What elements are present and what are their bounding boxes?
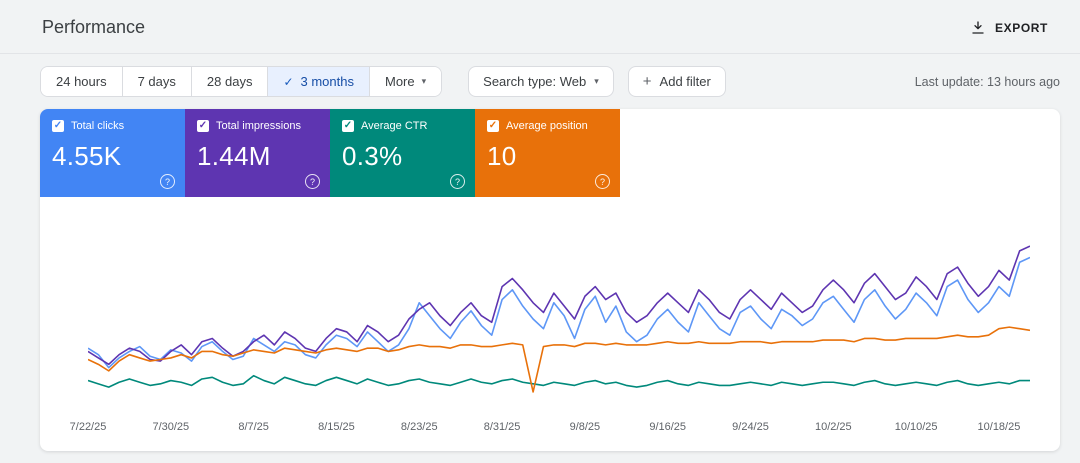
add-filter-label: Add filter xyxy=(659,74,711,89)
metric-label: Total clicks xyxy=(71,120,125,132)
metric-value: 0.3% xyxy=(342,141,403,171)
date-range-group: 24 hours 7 days 28 days ✓ 3 months More … xyxy=(40,66,443,97)
export-label: EXPORT xyxy=(995,20,1048,35)
x-tick-label: 10/2/25 xyxy=(814,421,852,433)
range-chip-label: 28 days xyxy=(206,74,253,89)
last-update-text: Last update: 13 hours ago xyxy=(914,74,1060,89)
check-glyph: ✓ xyxy=(343,120,353,131)
performance-panel: ✓ Total clicks 4.55K ? ✓ Total impressio… xyxy=(40,109,1060,451)
chart-line-total-impressions xyxy=(88,246,1030,364)
checkbox-checked-icon[interactable]: ✓ xyxy=(52,120,64,132)
chart-x-axis: 7/22/25 7/30/25 8/7/25 8/15/25 8/23/25 8/31/2… xyxy=(70,415,1030,443)
chart-line-average-ctr xyxy=(88,376,1030,387)
x-tick-label: 8/23/25 xyxy=(400,421,438,433)
download-icon xyxy=(970,20,986,36)
x-tick-label: 8/7/25 xyxy=(238,421,269,433)
performance-chart[interactable] xyxy=(88,235,1030,403)
help-icon[interactable]: ? xyxy=(305,174,320,189)
help-icon[interactable]: ? xyxy=(160,174,175,189)
metric-value: 1.44M xyxy=(197,141,271,171)
range-chip-label: 24 hours xyxy=(56,74,107,89)
check-glyph: ✓ xyxy=(488,120,498,131)
metric-header: ✓ Total clicks xyxy=(52,120,173,132)
range-chip-7-days[interactable]: 7 days xyxy=(121,67,191,96)
x-tick-label: 8/15/25 xyxy=(318,421,355,433)
x-tick-label: 9/24/25 xyxy=(732,421,769,433)
chevron-down-icon: ▾ xyxy=(594,76,599,86)
metric-header: ✓ Total impressions xyxy=(197,120,318,132)
checkbox-checked-icon[interactable]: ✓ xyxy=(197,120,209,132)
metric-label: Average position xyxy=(506,120,588,132)
x-tick-label: 10/10/25 xyxy=(894,421,938,433)
x-tick-label: 9/16/25 xyxy=(649,421,687,433)
metric-header: ✓ Average position xyxy=(487,120,608,132)
x-tick-label: 10/18/25 xyxy=(977,421,1021,433)
metric-header: ✓ Average CTR xyxy=(342,120,463,132)
metric-card-total-clicks[interactable]: ✓ Total clicks 4.55K ? xyxy=(40,109,185,197)
chart-line-average-position xyxy=(88,327,1030,392)
check-glyph: ✓ xyxy=(198,120,208,131)
page-title: Performance xyxy=(42,17,146,37)
search-type-label: Search type: Web xyxy=(483,74,587,89)
search-type-dropdown[interactable]: Search type: Web ▾ xyxy=(468,66,614,97)
x-tick-label: 7/22/25 xyxy=(69,421,107,433)
range-chip-24-hours[interactable]: 24 hours xyxy=(41,67,122,96)
range-chip-label: 7 days xyxy=(137,74,176,89)
x-tick-label: 9/8/25 xyxy=(569,421,601,433)
check-glyph: ✓ xyxy=(53,120,63,131)
range-chip-3-months[interactable]: ✓ 3 months xyxy=(267,67,369,96)
help-icon[interactable]: ? xyxy=(595,174,610,189)
range-chip-more[interactable]: More ▾ xyxy=(369,67,442,96)
add-filter-button[interactable]: + Add filter xyxy=(627,66,726,97)
checkbox-checked-icon[interactable]: ✓ xyxy=(342,120,354,132)
filter-bar: 24 hours 7 days 28 days ✓ 3 months More … xyxy=(40,66,1060,97)
checkbox-checked-icon[interactable]: ✓ xyxy=(487,120,499,132)
export-button[interactable]: EXPORT xyxy=(964,19,1054,37)
chevron-down-icon: ▾ xyxy=(421,76,427,86)
metric-card-total-impressions[interactable]: ✓ Total impressions 1.44M ? xyxy=(185,109,330,197)
metric-card-average-ctr[interactable]: ✓ Average CTR 0.3% ? xyxy=(330,109,475,197)
metric-label: Total impressions xyxy=(216,120,301,132)
metric-value: 4.55K xyxy=(52,141,122,171)
range-chip-label: 3 months xyxy=(300,74,354,89)
check-icon: ✓ xyxy=(283,74,294,89)
metric-label: Average CTR xyxy=(361,120,428,132)
metric-cards: ✓ Total clicks 4.55K ? ✓ Total impressio… xyxy=(40,109,1060,197)
x-tick-label: 7/30/25 xyxy=(152,421,190,433)
metric-value: 10 xyxy=(487,141,517,171)
plus-icon: + xyxy=(642,73,652,90)
metric-card-average-position[interactable]: ✓ Average position 10 ? xyxy=(475,109,620,197)
x-tick-label: 8/31/25 xyxy=(483,421,521,433)
chart-area[interactable]: 7/22/25 7/30/25 8/7/25 8/15/25 8/23/25 8/31/2… xyxy=(40,197,1060,451)
range-chip-label: More xyxy=(385,74,415,89)
chart-line-total-clicks xyxy=(88,257,1030,367)
range-chip-28-days[interactable]: 28 days xyxy=(190,67,268,96)
header: Performance EXPORT xyxy=(0,0,1080,54)
help-icon[interactable]: ? xyxy=(450,174,465,189)
